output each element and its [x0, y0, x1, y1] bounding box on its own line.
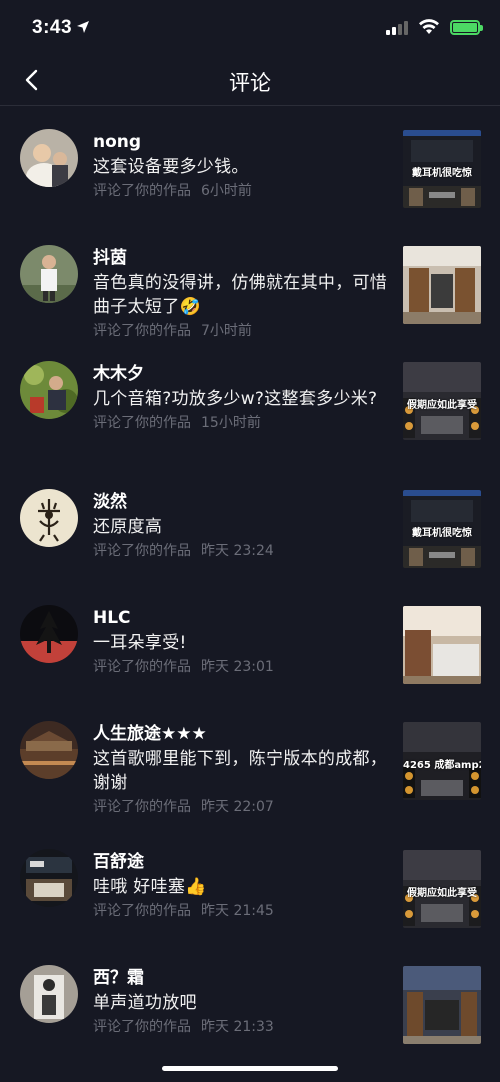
thumbnail-caption: 戴耳机很吃惊 [412, 168, 472, 179]
comment-text: 单声道功放吧 [93, 993, 197, 1013]
thumbnail-caption: 假期应如此享受 [407, 400, 477, 411]
status-time: 3:43 [32, 17, 90, 39]
comment-item[interactable]: 西？霜 单声道功放吧 评论了你的作品 昨天 21:33 [0, 943, 500, 1059]
comment-meta: 评论了你的作品 昨天 21:45 [93, 902, 389, 920]
commenter-name[interactable]: 百舒途 [93, 851, 389, 873]
home-indicator[interactable] [162, 1066, 338, 1071]
clock-text: 3:43 [32, 17, 73, 38]
comment-time: 昨天 21:45 [201, 903, 274, 919]
comment-meta: 评论了你的作品 6小时前 [93, 182, 389, 200]
comment-time: 6小时前 [201, 183, 252, 199]
video-thumbnail[interactable]: 4265 成都amp21 [403, 722, 481, 800]
comment-text: 一耳朵享受! [93, 633, 187, 653]
comment-text: 这首歌哪里能下到，陈宁版本的成都，谢谢 [93, 749, 388, 793]
video-thumbnail[interactable]: 假期应如此享受 [403, 850, 481, 928]
avatar[interactable] [20, 489, 78, 547]
page-title: 评论 [229, 71, 271, 95]
comment-item[interactable]: HLC 一耳朵享受! 评论了你的作品 昨天 23:01 [0, 583, 500, 699]
comment-action: 评论了你的作品 [93, 183, 191, 199]
comment-meta: 评论了你的作品 昨天 23:01 [93, 658, 389, 676]
commenter-name[interactable]: 抖茵 [93, 247, 389, 269]
comment-item[interactable]: 木木夕 几个音箱?功放多少w?这整套多少米? 评论了你的作品 15小时前 假期应如… [0, 339, 500, 467]
video-thumbnail[interactable] [403, 606, 481, 684]
commenter-name[interactable]: nong [93, 131, 389, 153]
comment-meta: 评论了你的作品 昨天 21:33 [93, 1018, 389, 1036]
status-icons [386, 19, 483, 35]
comment-meta: 评论了你的作品 7小时前 [93, 322, 389, 340]
comment-action: 评论了你的作品 [93, 415, 191, 431]
comment-action: 评论了你的作品 [93, 903, 191, 919]
commenter-name[interactable]: HLC [93, 607, 389, 629]
thumbnail-caption: 4265 成都amp21 [403, 760, 481, 771]
commenter-name[interactable]: 西？霜 [93, 967, 389, 989]
comment-text: 音色真的没得讲，仿佛就在其中，可惜曲子太短了🤣 [93, 273, 388, 317]
comment-text: 几个音箱?功放多少w?这整套多少米? [93, 389, 378, 409]
commenter-name[interactable]: 淡然 [93, 491, 389, 513]
cellular-signal-icon [386, 19, 408, 35]
nav-bar: 评论 [0, 56, 500, 106]
comment-action: 评论了你的作品 [93, 1019, 191, 1035]
comment-time: 昨天 23:24 [201, 543, 274, 559]
comment-time: 7小时前 [201, 323, 252, 339]
comment-meta: 评论了你的作品 昨天 23:24 [93, 542, 389, 560]
thumbnail-caption: 假期应如此享受 [407, 888, 477, 899]
comment-item[interactable]: 抖茵 音色真的没得讲，仿佛就在其中，可惜曲子太短了🤣 评论了你的作品 7小时前 [0, 223, 500, 339]
comment-text: 哇哦 好哇塞👍 [93, 877, 207, 897]
comment-time: 昨天 23:01 [201, 659, 274, 675]
comment-meta: 评论了你的作品 昨天 22:07 [93, 798, 389, 816]
comment-time: 昨天 21:33 [201, 1019, 274, 1035]
status-bar: 3:43 [0, 0, 500, 56]
comment-action: 评论了你的作品 [93, 543, 191, 559]
commenter-name[interactable]: 人生旅途★★★ [93, 723, 389, 745]
comment-item[interactable]: 百舒途 哇哦 好哇塞👍 评论了你的作品 昨天 21:45 假期应如此享受 [0, 827, 500, 943]
video-thumbnail[interactable]: 假期应如此享受 [403, 362, 481, 440]
location-arrow-icon [77, 21, 90, 33]
video-thumbnail[interactable]: 戴耳机很吃惊 [403, 490, 481, 568]
wifi-icon [419, 19, 439, 34]
avatar[interactable] [20, 849, 78, 907]
commenter-name[interactable]: 木木夕 [93, 363, 389, 385]
thumbnail-caption: 戴耳机很吃惊 [412, 528, 472, 539]
comment-action: 评论了你的作品 [93, 323, 191, 339]
comment-time: 15小时前 [201, 415, 261, 431]
comment-item[interactable]: 人生旅途★★★ 这首歌哪里能下到，陈宁版本的成都，谢谢 评论了你的作品 昨天 22… [0, 699, 500, 827]
comment-item[interactable]: nong 这套设备要多少钱。 评论了你的作品 6小时前 戴耳机很吃惊 [0, 107, 500, 223]
avatar[interactable] [20, 605, 78, 663]
avatar[interactable] [20, 245, 78, 303]
comment-item[interactable]: 淡然 还原度高 评论了你的作品 昨天 23:24 戴耳机很吃惊 [0, 467, 500, 583]
video-thumbnail[interactable] [403, 246, 481, 324]
comment-time: 昨天 22:07 [201, 799, 274, 815]
avatar[interactable] [20, 721, 78, 779]
avatar[interactable] [20, 965, 78, 1023]
comment-action: 评论了你的作品 [93, 659, 191, 675]
comment-list: nong 这套设备要多少钱。 评论了你的作品 6小时前 戴耳机很吃惊 抖茵 音色真… [0, 107, 500, 1059]
video-thumbnail[interactable]: 戴耳机很吃惊 [403, 130, 481, 208]
avatar[interactable] [20, 361, 78, 419]
battery-charging-icon [450, 19, 483, 35]
avatar[interactable] [20, 129, 78, 187]
comment-text: 还原度高 [93, 517, 163, 537]
comment-text: 这套设备要多少钱。 [93, 157, 249, 177]
comment-meta: 评论了你的作品 15小时前 [93, 414, 389, 432]
video-thumbnail[interactable] [403, 966, 481, 1044]
comment-action: 评论了你的作品 [93, 799, 191, 815]
